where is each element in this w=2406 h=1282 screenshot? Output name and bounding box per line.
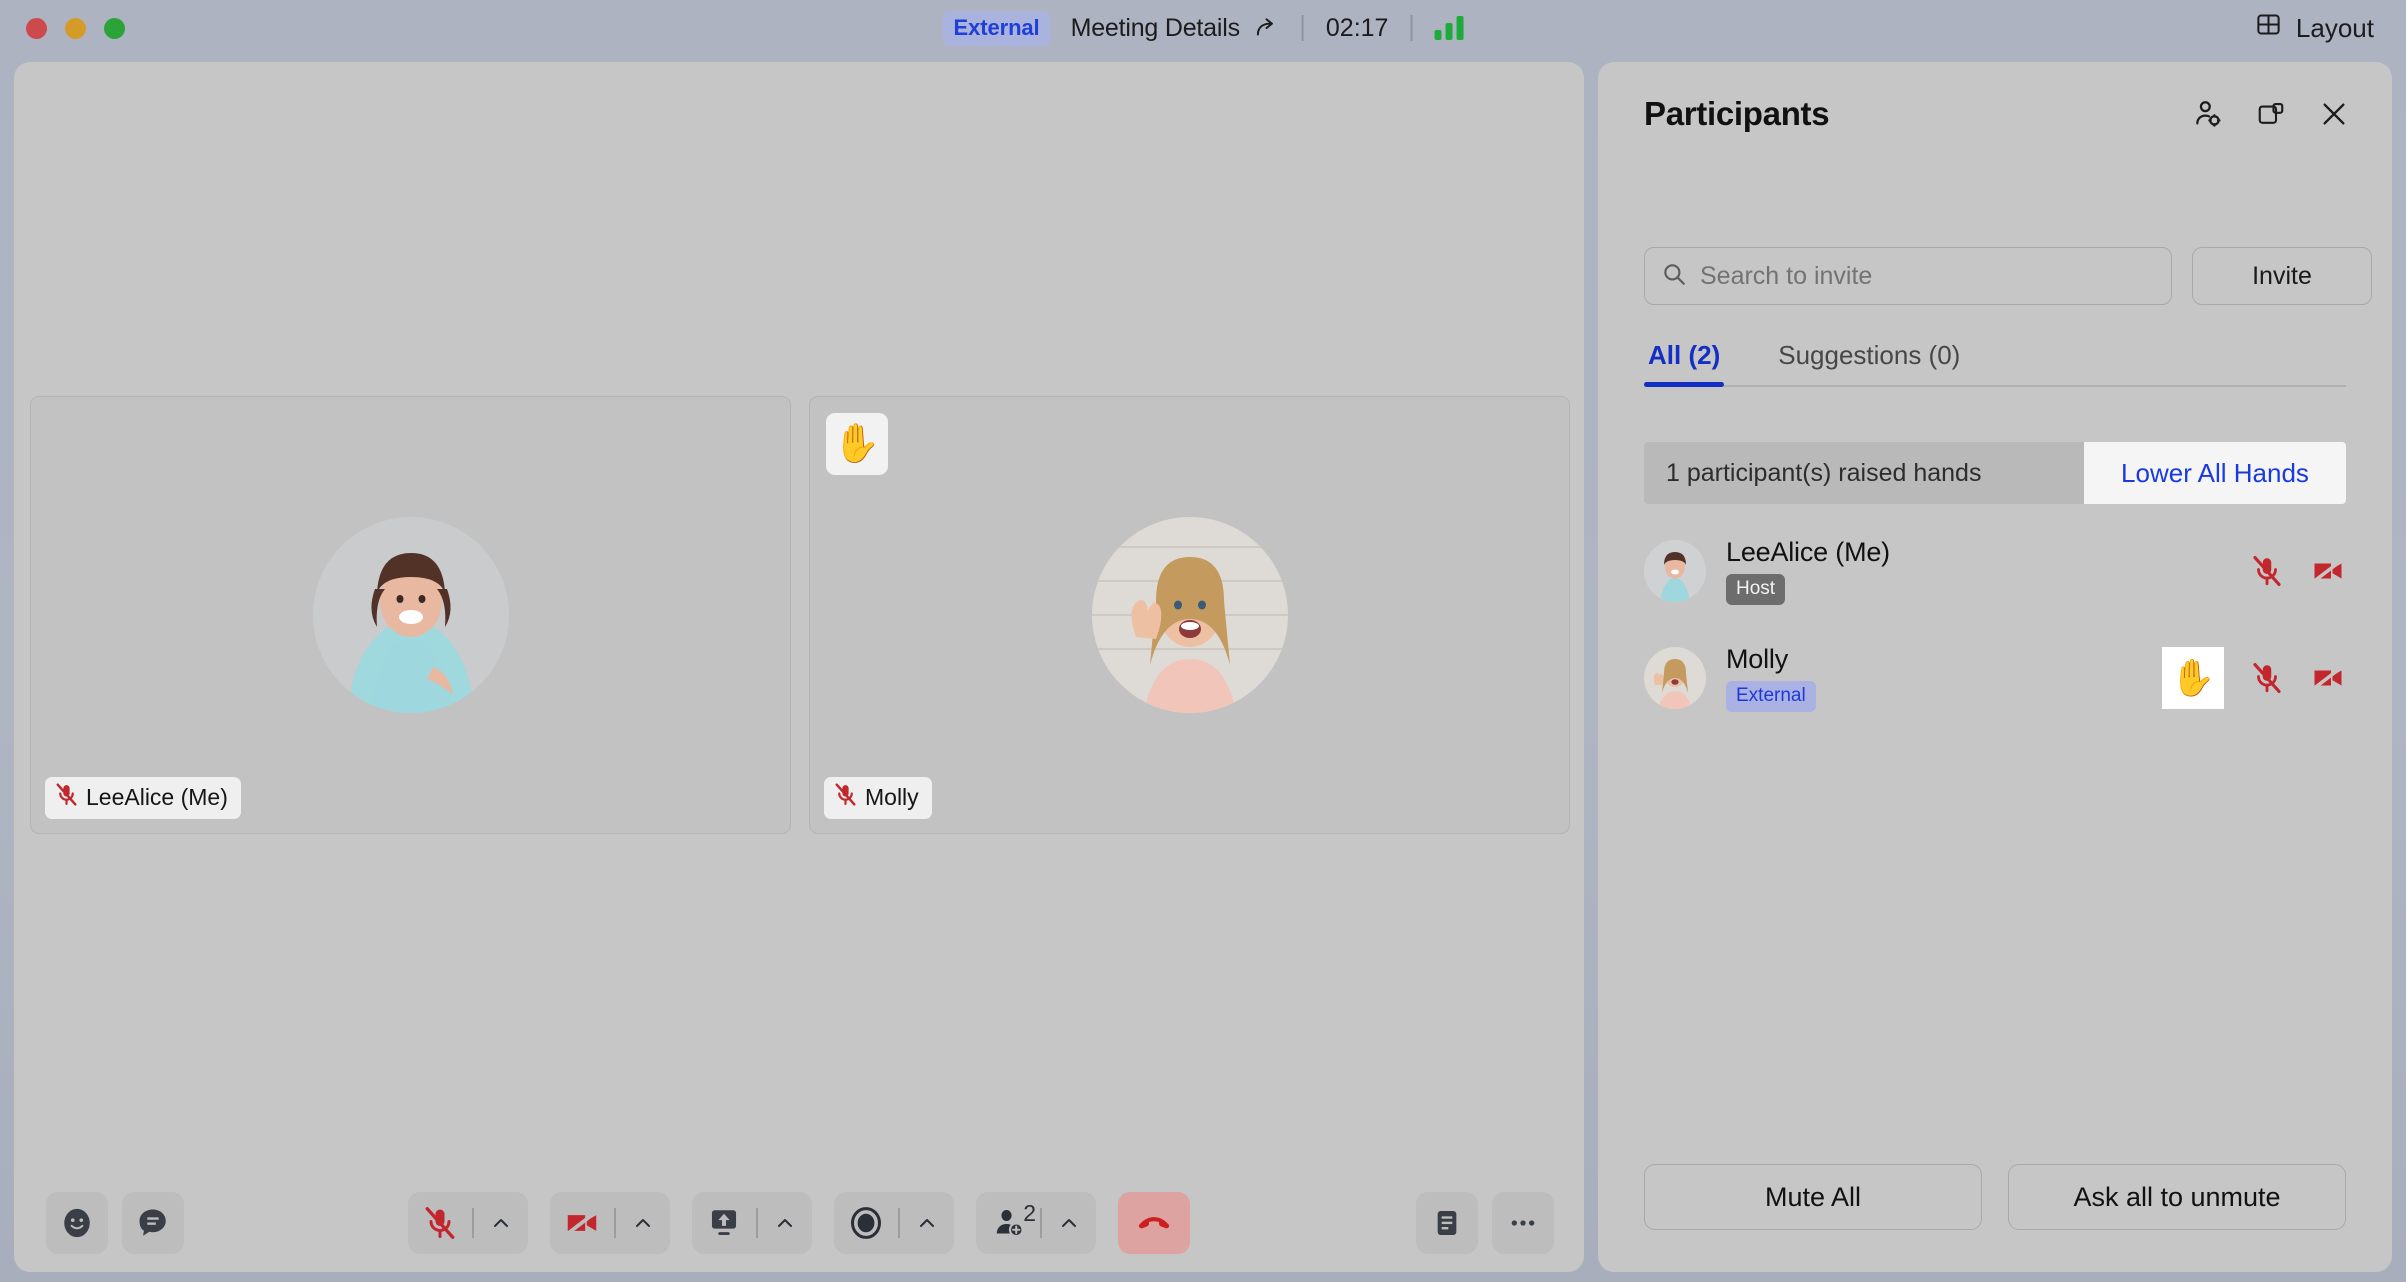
participant-name: Molly: [1726, 643, 1789, 674]
signal-strength-icon: [1434, 16, 1464, 40]
search-input[interactable]: [1700, 261, 2155, 291]
participant-info: LeeAlice (Me) Host: [1726, 537, 1890, 605]
participants-options-chevron-up-icon[interactable]: [1042, 1192, 1096, 1254]
divider: [1410, 15, 1413, 41]
grid-layout-icon: [2255, 11, 2282, 45]
participants-button[interactable]: 2: [976, 1192, 1096, 1254]
share-screen-button[interactable]: [692, 1192, 812, 1254]
mic-muted-icon: [54, 782, 79, 813]
participant-count-badge: 2: [1023, 1200, 1036, 1226]
minimize-window-button[interactable]: [65, 18, 86, 39]
tile-name-label: Molly: [824, 777, 932, 819]
toolbar-left-group: [46, 1192, 184, 1254]
mic-muted-icon: [833, 782, 858, 813]
record-options-chevron-up-icon[interactable]: [900, 1192, 954, 1254]
search-input-wrapper[interactable]: [1644, 247, 2172, 305]
video-tile[interactable]: LeeAlice (Me): [30, 396, 791, 834]
participant-actions: [2250, 553, 2346, 589]
avatar: [1644, 539, 1706, 602]
video-tile[interactable]: ✋ Molly: [809, 396, 1570, 834]
meeting-info: External Meeting Details 02:17: [942, 0, 1464, 56]
toolbar-right-group: [1416, 1192, 1554, 1254]
status-badge: Host: [1726, 573, 1786, 605]
panel-header-actions: [2192, 98, 2350, 130]
raised-hands-banner: 1 participant(s) raised hands Lower All …: [1644, 442, 2346, 504]
meeting-details-label[interactable]: Meeting Details: [1071, 14, 1241, 43]
meeting-timer: 02:17: [1325, 13, 1389, 42]
toolbar-center-group: 2: [408, 1192, 1190, 1254]
meeting-toolbar: 2: [14, 1174, 1584, 1272]
share-screen-icon[interactable]: [692, 1192, 756, 1254]
close-icon[interactable]: [2318, 98, 2350, 130]
notes-button[interactable]: [1416, 1192, 1478, 1254]
chat-button[interactable]: [122, 1192, 184, 1254]
participants-panel: Participants Search to invite Invite All…: [1598, 62, 2392, 1272]
participant-info: Molly External: [1726, 644, 1816, 712]
invite-row: Invite: [1644, 247, 2372, 305]
title-bar: External Meeting Details 02:17 Layout: [0, 0, 2406, 56]
avatar: [1091, 517, 1288, 713]
camera-muted-icon[interactable]: [550, 1192, 614, 1254]
participant-actions: ✋: [2162, 646, 2346, 709]
table-row[interactable]: Molly External ✋: [1644, 624, 2346, 731]
mic-options-chevron-up-icon[interactable]: [474, 1192, 528, 1254]
avatar: [1644, 646, 1706, 709]
panel-footer: Mute All Ask all to unmute: [1644, 1164, 2346, 1230]
window-controls: [26, 18, 125, 39]
mute-all-button[interactable]: Mute All: [1644, 1164, 1982, 1230]
participant-name: LeeAlice (Me): [1726, 536, 1890, 567]
camera-muted-icon[interactable]: [2310, 553, 2346, 589]
video-tile-grid: LeeAlice (Me) ✋ Molly: [30, 396, 1570, 834]
camera-muted-icon[interactable]: [2310, 660, 2346, 696]
tile-name-text: Molly: [865, 784, 919, 810]
tab-all[interactable]: All (2): [1644, 340, 1725, 387]
tile-name-label: LeeAlice (Me): [45, 777, 241, 819]
tab-suggestions[interactable]: Suggestions (0): [1774, 340, 1964, 385]
close-window-button[interactable]: [26, 18, 47, 39]
tile-name-text: LeeAlice (Me): [86, 784, 228, 810]
record-circle-icon[interactable]: [834, 1192, 898, 1254]
end-call-icon: [1134, 1201, 1174, 1246]
mic-muted-icon[interactable]: [2250, 554, 2284, 588]
invite-button[interactable]: Invite: [2192, 247, 2372, 305]
hangup-button[interactable]: [1118, 1192, 1190, 1254]
search-icon: [1661, 261, 1687, 292]
raised-hands-text: 1 participant(s) raised hands: [1644, 442, 2084, 504]
share-icon[interactable]: [1254, 15, 1280, 41]
layout-label: Layout: [2295, 12, 2374, 43]
maximize-window-button[interactable]: [104, 18, 125, 39]
camera-options-chevron-up-icon[interactable]: [616, 1192, 670, 1254]
table-row[interactable]: LeeAlice (Me) Host: [1644, 517, 2346, 624]
more-options-button[interactable]: [1492, 1192, 1554, 1254]
divider: [1301, 15, 1304, 41]
record-button[interactable]: [834, 1192, 954, 1254]
layout-button[interactable]: Layout: [2255, 0, 2374, 56]
external-badge: External: [942, 10, 1051, 46]
mic-muted-icon[interactable]: [2250, 661, 2284, 695]
popout-panel-icon[interactable]: [2256, 99, 2286, 129]
meeting-window: External Meeting Details 02:17 Layout Le…: [0, 0, 2406, 1282]
reactions-button[interactable]: [46, 1192, 108, 1254]
camera-button[interactable]: [550, 1192, 670, 1254]
add-person-icon[interactable]: 2: [976, 1192, 1040, 1254]
panel-header: Participants: [1598, 62, 2392, 166]
share-options-chevron-up-icon[interactable]: [758, 1192, 812, 1254]
mic-button[interactable]: [408, 1192, 528, 1254]
ask-all-to-unmute-button[interactable]: Ask all to unmute: [2008, 1164, 2346, 1230]
avatar: [312, 517, 509, 713]
manage-participants-icon[interactable]: [2192, 98, 2224, 130]
participants-list: LeeAlice (Me) Host Molly External ✋: [1644, 517, 2346, 731]
participants-tabs: All (2) Suggestions (0): [1644, 340, 2346, 387]
video-stage: LeeAlice (Me) ✋ Molly 2: [14, 62, 1584, 1272]
raised-hand-icon[interactable]: ✋: [2162, 646, 2224, 709]
mic-muted-icon[interactable]: [408, 1192, 472, 1254]
raised-hand-icon: ✋: [826, 413, 888, 475]
panel-title: Participants: [1644, 95, 1830, 132]
status-badge: External: [1726, 680, 1816, 712]
lower-all-hands-button[interactable]: Lower All Hands: [2084, 442, 2346, 504]
